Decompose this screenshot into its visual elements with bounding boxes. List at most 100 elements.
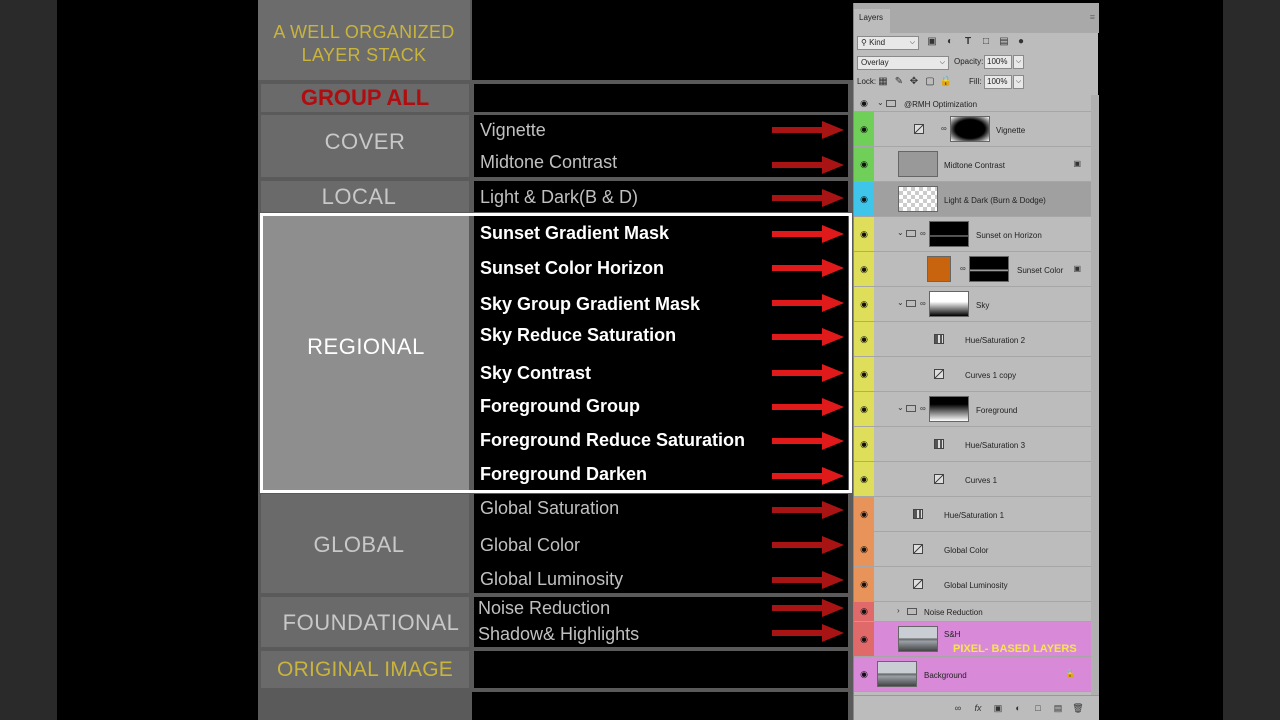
arrow-foreground-reduce-saturation [772,432,844,450]
chevron-right-icon[interactable]: › [897,606,900,615]
layer-name: Sunset Color [1017,266,1064,275]
eye-icon[interactable]: ◉ [858,334,870,345]
layers-tab[interactable]: Layers [854,9,890,33]
eye-icon[interactable]: ◉ [858,404,870,415]
local-label: LOCAL [321,183,397,209]
layer-row-rmh-optimization[interactable]: ◉ ⌄ @RMH Optimization [854,95,1091,112]
add-mask-icon[interactable]: ▣ [991,701,1005,715]
fx-icon[interactable]: fx [971,701,985,715]
lock-artboard-icon[interactable]: ▢ [923,75,937,89]
cover-label: COVER [324,129,406,154]
light-dark-thumbnail[interactable] [898,186,938,212]
layer-row-sunset-on-horizon[interactable]: ◉ ⌄ ∞ Sunset on Horizon [854,217,1091,252]
sunset-color-swatch-thumbnail[interactable] [927,256,951,282]
regional-item-sky-reduce-saturation: Sky Reduce Saturation [480,325,677,345]
global-item-color: Global Color [480,535,581,555]
s-and-h-thumbnail[interactable] [898,626,938,652]
lock-transparency-icon[interactable]: ▦ [876,75,890,89]
eye-icon[interactable]: ◉ [858,509,870,520]
chevron-down-icon[interactable]: ⌄ [877,98,884,107]
link-layers-icon[interactable]: ∞ [951,701,965,715]
layer-row-sunset-color[interactable]: ◉ ∞ Sunset Color ▣ [854,252,1091,287]
filter-kind-value: Kind [869,38,886,47]
layer-row-hue-saturation-1[interactable]: ◉ Hue/Saturation 1 [854,497,1091,532]
midtone-contrast-thumbnail[interactable] [898,151,938,177]
chevron-down-icon[interactable]: ⌄ [897,228,904,237]
layer-row-foreground[interactable]: ◉ ⌄ ∞ Foreground [854,392,1091,427]
eye-icon[interactable]: ◉ [858,579,870,590]
layer-row-noise-reduction[interactable]: ◉ › Noise Reduction [854,602,1091,622]
layer-row-midtone-contrast[interactable]: ◉ Midtone Contrast ▣ [854,147,1091,182]
eye-icon[interactable]: ◉ [858,194,870,205]
panel-menu-icon[interactable]: ≡ [1090,12,1095,22]
smart-object-icon: ▣ [1073,264,1081,273]
filter-type-icon[interactable]: T [961,35,975,49]
link-icon[interactable]: ∞ [960,264,966,273]
filter-shape-icon[interactable]: □ [979,35,993,49]
link-icon[interactable]: ∞ [941,124,947,133]
eye-icon[interactable]: ◉ [858,669,870,680]
lock-paint-icon[interactable]: ✎ [892,75,906,89]
new-layer-icon[interactable]: ▤ [1051,701,1065,715]
eye-icon[interactable]: ◉ [858,159,870,170]
panel-tab-strip: Layers ≡ [854,3,1099,33]
cover-item-midtone-contrast: Midtone Contrast [480,152,618,172]
global-label: GLOBAL [313,532,405,557]
layer-row-global-color[interactable]: ◉ Global Color [854,532,1091,567]
eye-icon[interactable]: ◉ [858,98,870,109]
link-icon[interactable]: ∞ [920,299,926,308]
link-icon[interactable]: ∞ [920,229,926,238]
foreground-mask-thumbnail[interactable] [929,396,969,422]
layers-panel: Layers ≡ ⚲ Kind ⌵ ▣ ◐ T □ ▤ ● Overlay ⌵ … [853,3,1099,720]
eye-icon[interactable]: ◉ [858,634,870,645]
curves-adjustment-icon [934,474,944,484]
original-label: ORIGINAL IMAGE [277,657,453,681]
eye-icon[interactable]: ◉ [858,369,870,380]
sky-mask-thumbnail[interactable] [929,291,969,317]
opacity-dropdown-button[interactable]: ⌵ [1013,55,1024,69]
eye-icon[interactable]: ◉ [858,606,870,617]
vignette-mask-thumbnail[interactable] [950,116,990,142]
opacity-input[interactable]: 100% [984,55,1012,69]
fill-dropdown-button[interactable]: ⌵ [1013,75,1024,89]
layer-row-curves-1[interactable]: ◉ Curves 1 [854,462,1091,497]
arrow-sunset-color-horizon [772,259,844,277]
filter-smart-object-icon[interactable]: ▤ [997,35,1011,49]
background-thumbnail[interactable] [877,661,917,687]
eye-icon[interactable]: ◉ [858,474,870,485]
filter-pixel-icon[interactable]: ▣ [925,35,939,49]
sunset-mask-thumbnail[interactable] [929,221,969,247]
new-adjustment-icon[interactable]: ◐ [1011,701,1025,715]
link-icon[interactable]: ∞ [920,404,926,413]
chevron-down-icon[interactable]: ⌄ [897,403,904,412]
new-group-icon[interactable]: □ [1031,701,1045,715]
layers-scrollbar[interactable] [1091,95,1099,695]
eye-icon[interactable]: ◉ [858,439,870,450]
filter-toggle-icon[interactable]: ● [1014,35,1028,49]
lock-position-icon[interactable]: ✥ [907,75,921,89]
layer-row-sky[interactable]: ◉ ⌄ ∞ Sky [854,287,1091,322]
layer-row-light-dark[interactable]: ◉ Light & Dark (Burn & Dodge) [854,182,1091,217]
layer-row-curves-1-copy[interactable]: ◉ Curves 1 copy [854,357,1091,392]
eye-icon[interactable]: ◉ [858,544,870,555]
blend-row: Overlay ⌵ Opacity: 100% ⌵ [854,53,1099,73]
eye-icon[interactable]: ◉ [858,299,870,310]
fill-input[interactable]: 100% [984,75,1012,89]
chevron-down-icon[interactable]: ⌄ [897,298,904,307]
filter-kind-select[interactable]: ⚲ Kind ⌵ [857,36,919,50]
layer-row-hue-saturation-2[interactable]: ◉ Hue/Saturation 2 [854,322,1091,357]
sunset-color-mask-thumbnail[interactable] [969,256,1009,282]
layer-row-vignette[interactable]: ◉ ∞ Vignette [854,112,1091,147]
filter-adjustment-icon[interactable]: ◐ [943,35,957,49]
blend-mode-select[interactable]: Overlay ⌵ [857,56,949,70]
eye-icon[interactable]: ◉ [858,264,870,275]
lock-all-icon[interactable]: 🔒 [939,75,953,89]
foundational-item-shadow-highlights: Shadow& Highlights [478,624,640,644]
layer-row-hue-saturation-3[interactable]: ◉ Hue/Saturation 3 [854,427,1091,462]
eye-icon[interactable]: ◉ [858,229,870,240]
eye-icon[interactable]: ◉ [858,124,870,135]
layer-row-background[interactable]: ◉ Background 🔒 [854,657,1091,692]
group-all-label-wrap: GROUP ALL [261,84,469,112]
trash-icon[interactable]: 🗑 [1071,701,1085,715]
layer-row-global-luminosity[interactable]: ◉ Global Luminosity [854,567,1091,602]
